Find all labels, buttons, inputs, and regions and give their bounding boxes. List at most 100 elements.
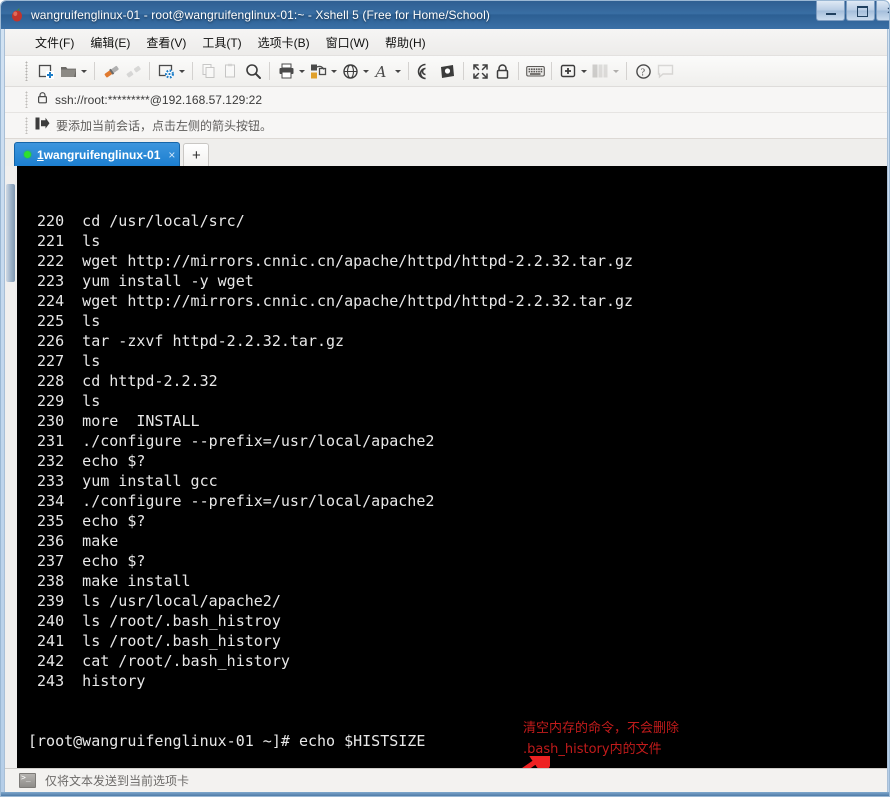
history-command: ls /root/.bash_history [64, 632, 281, 650]
terminal-history-line: 240 ls /root/.bash_histroy [28, 611, 887, 631]
history-number: 231 [28, 432, 65, 450]
address-bar[interactable]: ssh://root:*********@192.168.57.129:22 [5, 87, 887, 113]
xftp-icon[interactable] [414, 60, 436, 82]
file-transfer-dropdown-caret[interactable] [329, 60, 339, 82]
terminal-area[interactable]: 220 cd /usr/local/src/ 221 ls 222 wget h… [5, 166, 887, 768]
terminal-history-line: 242 cat /root/.bash_history [28, 651, 887, 671]
toolbar-separator [551, 62, 552, 80]
menu-tools[interactable]: 工具(T) [194, 31, 249, 54]
history-command: yum install -y wget [64, 272, 254, 290]
toolbar-separator [269, 62, 270, 80]
terminal-history-line: 243 history [28, 671, 887, 691]
history-command: ls [64, 352, 101, 370]
chat-icon[interactable] [654, 60, 676, 82]
terminal-scrollbar-thumb[interactable] [6, 184, 15, 282]
toolbar-grip[interactable] [25, 61, 28, 81]
lock-icon[interactable] [491, 60, 513, 82]
history-command: wget http://mirrors.cnnic.cn/apache/http… [64, 252, 634, 270]
shell-prompt: [root@wangruifenglinux-01 ~]# [28, 732, 299, 750]
toolbar-separator [94, 62, 95, 80]
menu-edit[interactable]: 编辑(E) [82, 31, 138, 54]
terminal-history-line: 228 cd httpd-2.2.32 [28, 371, 887, 391]
new-tab-button[interactable]: + [183, 143, 210, 166]
address-bar-grip[interactable] [25, 91, 28, 108]
last-command: echo $HISTSIZE [298, 732, 426, 750]
web-dropdown-caret[interactable] [361, 60, 371, 82]
send-to-bar[interactable]: 仅将文本发送到当前选项卡 [5, 768, 887, 792]
tab-index: 1 [37, 147, 44, 162]
print-icon[interactable] [275, 60, 297, 82]
window-bottom-edge [1, 792, 889, 796]
svg-text:A: A [374, 63, 387, 80]
history-number: 228 [28, 372, 65, 390]
menu-tabs[interactable]: 选项卡(B) [250, 31, 318, 54]
keyboard-icon[interactable] [524, 60, 546, 82]
history-number: 226 [28, 332, 65, 350]
menu-view[interactable]: 查看(V) [138, 31, 194, 54]
file-transfer-icon[interactable] [307, 60, 329, 82]
add-tab-dropdown-caret[interactable] [579, 60, 589, 82]
open-folder-icon[interactable] [57, 60, 79, 82]
history-number: 230 [28, 412, 65, 430]
terminal-history-line: 220 cd /usr/local/src/ [28, 211, 887, 231]
terminal-prompt-line: [root@wangruifenglinux-01 ~]# echo $HIST… [28, 731, 887, 751]
web-icon[interactable] [339, 60, 361, 82]
add-tab-icon[interactable] [557, 60, 579, 82]
menu-file[interactable]: 文件(F) [27, 31, 82, 54]
maximize-button[interactable] [846, 1, 875, 21]
hint-bar-grip[interactable] [25, 117, 28, 134]
layout-dropdown-caret[interactable] [611, 60, 621, 82]
connect-icon[interactable] [100, 60, 122, 82]
folder-dropdown-caret[interactable] [79, 60, 89, 82]
terminal-history-line: 241 ls /root/.bash_history [28, 631, 887, 651]
session-properties-icon[interactable] [155, 60, 177, 82]
close-button[interactable]: ✕ [876, 1, 889, 21]
tab-status-dot [24, 151, 31, 158]
menu-help[interactable]: 帮助(H) [377, 31, 434, 54]
address-input[interactable]: ssh://root:*********@192.168.57.129:22 [55, 93, 262, 107]
help-icon[interactable]: ? [632, 60, 654, 82]
xagent-icon[interactable] [436, 60, 458, 82]
history-number: 237 [28, 552, 65, 570]
add-session-arrow-icon[interactable] [35, 117, 50, 135]
hint-text: 要添加当前会话，点击左侧的箭头按钮。 [56, 119, 273, 133]
history-number: 241 [28, 632, 65, 650]
properties-dropdown-caret[interactable] [177, 60, 187, 82]
tab-wangruifenglinux-01[interactable]: 1 wangruifenglinux-01 × [14, 142, 181, 166]
font-dropdown-caret[interactable] [393, 60, 403, 82]
history-number: 224 [28, 292, 65, 310]
terminal-scrollbar[interactable] [5, 166, 18, 768]
minimize-button[interactable] [816, 1, 845, 21]
send-to-text: 仅将文本发送到当前选项卡 [45, 774, 190, 788]
svg-text:?: ? [640, 67, 645, 78]
find-icon[interactable] [242, 60, 264, 82]
terminal-history-line: 236 make [28, 531, 887, 551]
history-command: yum install gcc [64, 472, 218, 490]
terminal-history-line: 222 wget http://mirrors.cnnic.cn/apache/… [28, 251, 887, 271]
history-number: 221 [28, 232, 65, 250]
xshell-window: wangruifenglinux-01 - root@wangruifengli… [0, 0, 890, 797]
print-dropdown-caret[interactable] [297, 60, 307, 82]
terminal-history-line: 234 ./configure --prefix=/usr/local/apac… [28, 491, 887, 511]
layout-icon[interactable] [589, 60, 611, 82]
terminal-history-line: 231 ./configure --prefix=/usr/local/apac… [28, 431, 887, 451]
terminal-history-line: 229 ls [28, 391, 887, 411]
menu-window[interactable]: 窗口(W) [318, 31, 377, 54]
toolbar-separator [408, 62, 409, 80]
font-icon[interactable]: A [371, 60, 393, 82]
paste-icon[interactable] [220, 60, 242, 82]
history-number: 235 [28, 512, 65, 530]
new-session-icon[interactable] [35, 60, 57, 82]
terminal-screen[interactable]: 220 cd /usr/local/src/ 221 ls 222 wget h… [18, 166, 887, 768]
disconnect-icon[interactable] [122, 60, 144, 82]
tab-close-icon[interactable]: × [168, 149, 175, 161]
copy-icon[interactable] [198, 60, 220, 82]
history-command: echo $? [64, 512, 146, 530]
history-command: ls /usr/local/apache2/ [64, 592, 281, 610]
history-command: more INSTALL [64, 412, 200, 430]
terminal-history-line: 233 yum install gcc [28, 471, 887, 491]
terminal-history-line: 226 tar -zxvf httpd-2.2.32.tar.gz [28, 331, 887, 351]
fullscreen-icon[interactable] [469, 60, 491, 82]
terminal-history-line: 225 ls [28, 311, 887, 331]
terminal-history-line: 238 make install [28, 571, 887, 591]
